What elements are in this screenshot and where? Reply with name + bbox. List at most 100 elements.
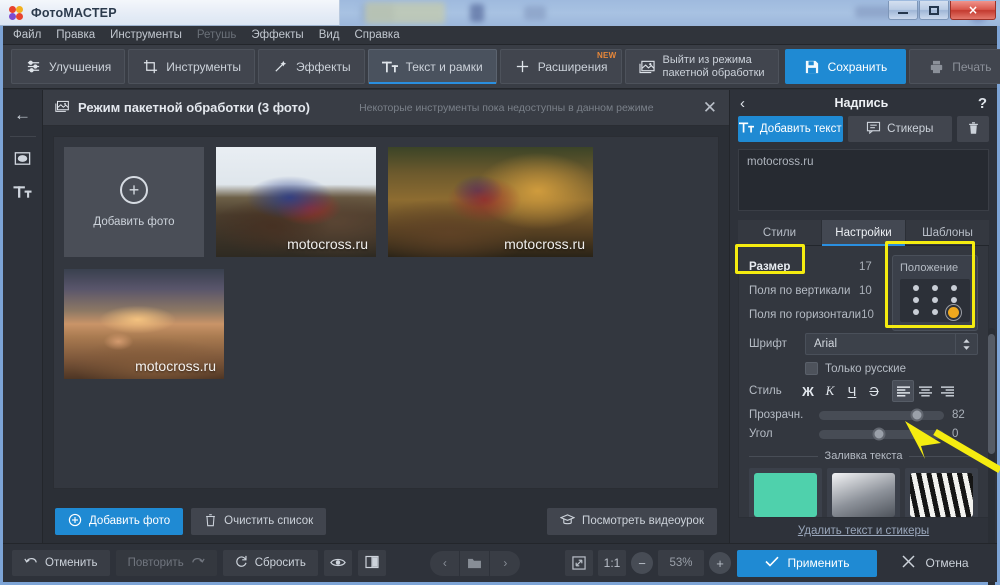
only-russian-row[interactable]: Только русские xyxy=(805,362,978,375)
fill-gradient-swatch[interactable]: Градиент xyxy=(827,468,900,517)
position-cell[interactable] xyxy=(913,285,920,291)
tab-improvements[interactable]: Улучшения xyxy=(11,49,126,84)
maximize-button[interactable] xyxy=(919,1,949,20)
panel-scrollbar-thumb[interactable] xyxy=(988,334,995,454)
batch-mode-title: Режим пакетной обработки (3 фото) xyxy=(78,100,310,115)
help-icon[interactable]: ? xyxy=(978,96,987,111)
minimize-button[interactable] xyxy=(888,1,918,20)
add-text-button[interactable]: Добавить текст xyxy=(738,116,843,142)
position-grid[interactable] xyxy=(900,279,970,322)
close-icon[interactable]: ✕ xyxy=(703,99,717,116)
tab-tools[interactable]: Инструменты xyxy=(128,49,256,84)
align-right-button[interactable] xyxy=(936,380,958,402)
vertical-margin-row[interactable]: Поля по вертикали 10 xyxy=(749,279,899,303)
list-item[interactable]: motocross.ru xyxy=(216,147,376,257)
bottom-bar: Отменить Повторить Сбросить ‹ › 1:1 − 53… xyxy=(3,543,997,582)
position-cell[interactable] xyxy=(913,297,920,303)
zoom-controls: 1:1 − 53% + xyxy=(565,550,732,576)
fill-color-swatch[interactable]: Цвет xyxy=(749,468,822,517)
reset-button[interactable]: Сбросить xyxy=(222,550,318,576)
opacity-slider-handle[interactable] xyxy=(910,408,923,422)
delete-text-button[interactable] xyxy=(957,116,989,142)
fill-texture-swatch[interactable]: Текстура xyxy=(905,468,978,517)
position-cell[interactable] xyxy=(913,309,920,315)
vertical-margin-label: Поля по вертикали xyxy=(749,285,851,297)
text-input[interactable]: motocross.ru xyxy=(738,149,989,211)
list-item[interactable]: motocross.ru xyxy=(64,269,224,379)
only-russian-checkbox[interactable] xyxy=(805,362,818,375)
one-to-one-button[interactable]: 1:1 xyxy=(598,550,627,576)
add-photo-tile[interactable]: + Добавить фото xyxy=(64,147,204,257)
position-cell[interactable] xyxy=(950,297,957,303)
horizontal-margin-label: Поля по горизонтали xyxy=(749,309,862,321)
opacity-slider[interactable] xyxy=(819,408,944,422)
tab-templates[interactable]: Шаблоны xyxy=(906,220,989,245)
tab-styles[interactable]: Стили xyxy=(738,220,822,245)
apply-button[interactable]: Применить xyxy=(737,549,878,577)
fit-screen-button[interactable] xyxy=(565,550,594,576)
folder-icon[interactable] xyxy=(460,550,491,576)
tab-settings[interactable]: Настройки xyxy=(822,220,906,246)
plus-circle-icon xyxy=(68,513,82,530)
underline-button[interactable]: Ч xyxy=(841,380,863,402)
check-icon xyxy=(764,556,779,570)
next-photo-button[interactable]: › xyxy=(490,551,520,576)
strikethrough-button[interactable]: Э xyxy=(863,380,885,402)
clear-list-button[interactable]: Очистить список xyxy=(191,507,327,535)
tab-text-and-frames-label: Текст и рамки xyxy=(405,59,483,74)
trash-icon xyxy=(967,121,980,138)
spinner-arrows-icon[interactable] xyxy=(955,334,977,354)
menu-item-help[interactable]: Справка xyxy=(355,29,400,41)
zoom-out-button[interactable]: − xyxy=(631,552,654,574)
print-button[interactable]: Печать xyxy=(909,49,1000,84)
menu-item-tools[interactable]: Инструменты xyxy=(110,29,182,41)
list-item[interactable]: motocross.ru xyxy=(388,147,593,257)
close-button[interactable]: × xyxy=(950,1,996,20)
position-control[interactable]: Положение xyxy=(892,255,978,331)
shape-ellipse-icon[interactable] xyxy=(6,141,40,175)
right-panel: ‹ Надпись ? Добавить текст Стикеры motoc… xyxy=(729,90,997,585)
tab-improvements-label: Улучшения xyxy=(49,59,112,74)
compare-button[interactable] xyxy=(357,550,386,576)
position-cell[interactable] xyxy=(950,285,957,291)
panel-back-icon[interactable]: ‹ xyxy=(740,96,745,111)
align-center-button[interactable] xyxy=(914,380,936,402)
menu-item-view[interactable]: Вид xyxy=(319,29,340,41)
window-controls: × xyxy=(888,1,996,20)
menu-item-file[interactable]: Файл xyxy=(13,29,41,41)
stickers-button[interactable]: Стикеры xyxy=(847,116,952,142)
delete-text-and-stickers-link[interactable]: Удалить текст и стикеры xyxy=(730,518,997,543)
angle-slider[interactable] xyxy=(819,427,944,441)
back-arrow-icon[interactable]: ← xyxy=(6,98,40,132)
position-cell[interactable] xyxy=(931,285,938,291)
photo-navigation: ‹ › xyxy=(430,550,521,576)
menu-item-edit[interactable]: Правка xyxy=(56,29,95,41)
preview-button[interactable] xyxy=(323,550,352,576)
position-cell[interactable] xyxy=(931,309,938,315)
position-cell[interactable] xyxy=(931,297,938,303)
video-lesson-button[interactable]: Посмотреть видеоурок xyxy=(547,507,717,535)
undo-button[interactable]: Отменить xyxy=(12,550,110,576)
angle-slider-handle[interactable] xyxy=(872,427,886,441)
prev-photo-button[interactable]: ‹ xyxy=(430,550,461,576)
cancel-button[interactable]: Отмена xyxy=(883,550,988,577)
title-bar-left: ФотоМАСТЕР xyxy=(0,0,340,26)
horizontal-margin-row[interactable]: Поля по горизонтали 10 xyxy=(749,303,899,327)
apply-button-label: Применить xyxy=(787,556,850,570)
save-button[interactable]: Сохранить xyxy=(784,49,907,84)
text-tool-icon[interactable] xyxy=(6,175,40,209)
menu-item-effects[interactable]: Эффекты xyxy=(251,29,303,41)
exit-batch-mode-button[interactable]: Выйти из режима пакетной обработки xyxy=(624,49,779,84)
size-row[interactable]: Размер 17 xyxy=(749,255,899,279)
zoom-in-button[interactable]: + xyxy=(709,552,732,574)
tab-effects[interactable]: Эффекты xyxy=(258,49,365,84)
italic-button[interactable]: К xyxy=(819,380,841,402)
bold-button[interactable]: Ж xyxy=(797,380,819,402)
add-photo-button[interactable]: Добавить фото xyxy=(55,507,184,535)
font-select[interactable]: Arial xyxy=(805,333,978,355)
tab-extensions[interactable]: NEW Расширения xyxy=(499,49,622,84)
position-cell-selected[interactable] xyxy=(948,307,960,318)
tab-text-and-frames[interactable]: Текст и рамки xyxy=(367,49,497,84)
align-left-button[interactable] xyxy=(892,380,914,402)
batch-images-icon xyxy=(55,99,70,116)
